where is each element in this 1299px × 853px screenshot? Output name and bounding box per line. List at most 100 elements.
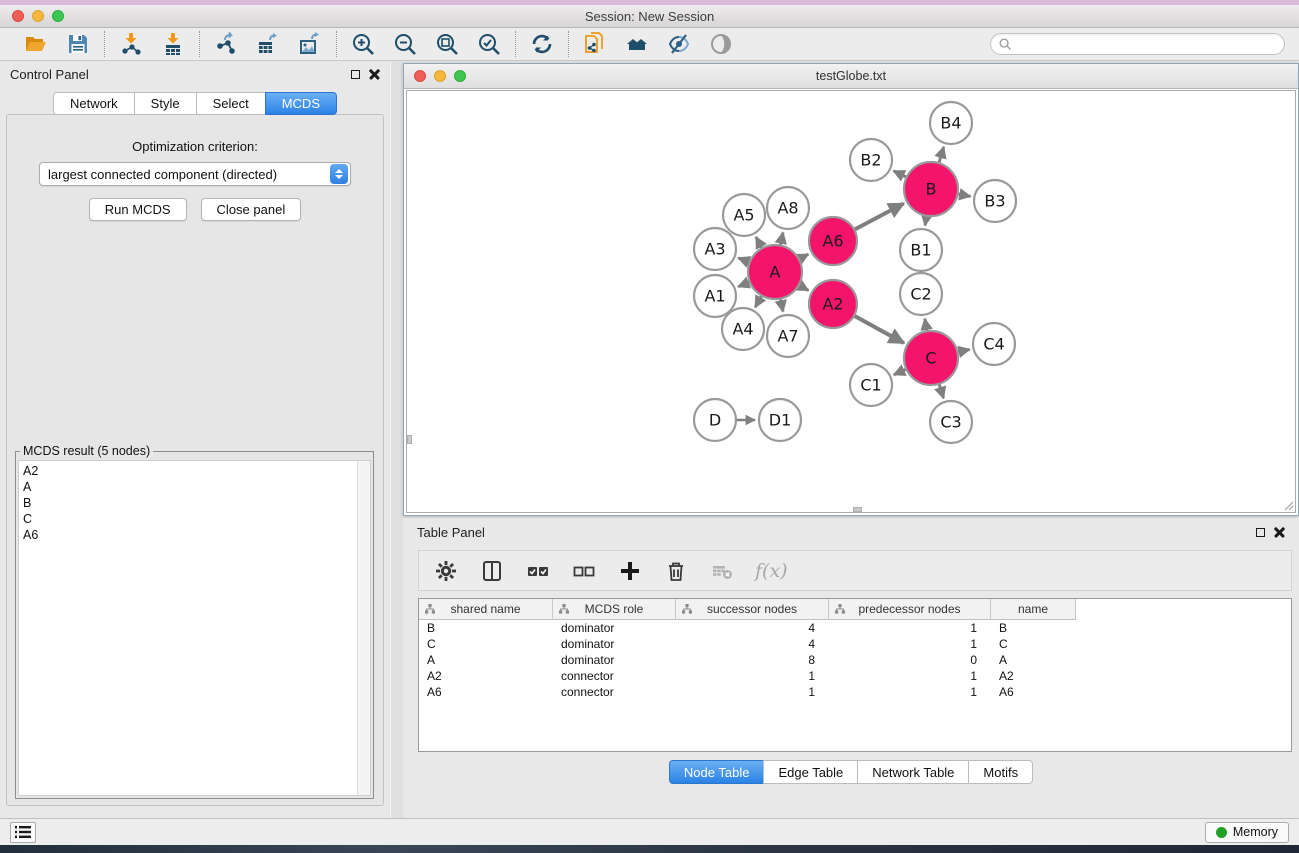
mcds-result-item[interactable]: B (23, 495, 357, 511)
tab-style[interactable]: Style (134, 92, 197, 115)
open-session-icon[interactable] (22, 31, 50, 57)
zoom-out-icon[interactable] (391, 31, 419, 57)
export-table-icon[interactable] (254, 31, 282, 57)
horizontal-scroll-handle[interactable] (853, 507, 862, 512)
tab-select[interactable]: Select (196, 92, 266, 115)
deselect-all-icon[interactable] (571, 558, 597, 584)
column-header-name[interactable]: name (991, 599, 1076, 620)
task-history-button[interactable] (10, 822, 36, 843)
tab-node-table[interactable]: Node Table (669, 760, 765, 784)
node-table[interactable]: shared nameMCDS rolesuccessor nodesprede… (418, 598, 1292, 752)
graph-edge-C-C3[interactable] (939, 384, 943, 398)
network-canvas[interactable]: B4B2BB3A5A8A6A3AB1A1C2A4A7A2CC4C1C3DD1 (406, 90, 1296, 513)
table-cell[interactable]: dominator (553, 653, 676, 667)
graph-edge-A-A4[interactable] (755, 296, 762, 308)
table-cell[interactable]: C (991, 637, 1076, 651)
import-network-icon[interactable] (117, 31, 145, 57)
graph-edge-A6-B[interactable] (854, 204, 903, 230)
close-panel-icon[interactable] (369, 69, 380, 80)
table-cell[interactable]: 1 (829, 621, 991, 635)
table-cell[interactable]: 1 (829, 637, 991, 651)
search-box[interactable] (990, 33, 1285, 55)
tab-mcds[interactable]: MCDS (265, 92, 337, 115)
graph-edge-A-A7[interactable] (780, 298, 783, 311)
settings-gear-icon[interactable] (433, 558, 459, 584)
table-cell[interactable]: A (991, 653, 1076, 667)
table-cell[interactable]: connector (553, 685, 676, 699)
table-cell[interactable]: 4 (676, 621, 829, 635)
table-cell[interactable]: 4 (676, 637, 829, 651)
table-row[interactable]: A2connector11A2 (419, 668, 1291, 684)
graph-edge-A-A3[interactable] (738, 258, 749, 262)
column-header-successor-nodes[interactable]: successor nodes (676, 599, 829, 620)
table-cell[interactable]: A6 (419, 685, 553, 699)
tab-network-table[interactable]: Network Table (857, 760, 969, 784)
refresh-layout-icon[interactable] (528, 31, 556, 57)
zoom-fit-icon[interactable] (433, 31, 461, 57)
graph-edge-C-C1[interactable] (894, 369, 907, 375)
tab-network[interactable]: Network (53, 92, 135, 115)
table-cell[interactable]: A (419, 653, 553, 667)
search-input[interactable] (1017, 35, 1276, 53)
table-cell[interactable]: 1 (829, 685, 991, 699)
delete-table-icon[interactable] (709, 558, 735, 584)
graph-edge-A-A1[interactable] (738, 282, 750, 287)
table-cell[interactable]: 1 (829, 669, 991, 683)
table-cell[interactable]: dominator (553, 637, 676, 651)
export-network-icon[interactable] (212, 31, 240, 57)
close-panel-button[interactable]: Close panel (201, 198, 302, 221)
column-header-MCDS-role[interactable]: MCDS role (553, 599, 676, 620)
memory-button[interactable]: Memory (1205, 822, 1289, 843)
graph-edge-A-A5[interactable] (756, 237, 762, 248)
graph-edge-B-B1[interactable] (925, 216, 927, 226)
table-row[interactable]: Cdominator41C (419, 636, 1291, 652)
table-cell[interactable]: B (419, 621, 553, 635)
float-panel-icon[interactable] (351, 70, 360, 79)
table-cell[interactable]: 1 (676, 685, 829, 699)
zoom-selected-icon[interactable] (475, 31, 503, 57)
column-header-predecessor-nodes[interactable]: predecessor nodes (829, 599, 991, 620)
close-table-panel-icon[interactable] (1274, 527, 1285, 538)
tab-edge-table[interactable]: Edge Table (763, 760, 858, 784)
function-builder-icon[interactable]: f(x) (755, 560, 788, 582)
graph-edge-C-C2[interactable] (925, 319, 927, 332)
graph-edge-A-A6[interactable] (799, 254, 808, 259)
table-cell[interactable]: C (419, 637, 553, 651)
home-icon[interactable] (623, 31, 651, 57)
table-row[interactable]: Adominator80A (419, 652, 1291, 668)
tab-motifs[interactable]: Motifs (968, 760, 1033, 784)
graph-edge-B-B4[interactable] (939, 147, 944, 163)
graph-edge-A-A8[interactable] (780, 232, 783, 245)
run-mcds-button[interactable]: Run MCDS (89, 198, 187, 221)
column-header-shared-name[interactable]: shared name (419, 599, 553, 620)
vertical-scroll-handle[interactable] (407, 435, 412, 444)
network-document-icon[interactable] (581, 31, 609, 57)
table-cell[interactable]: 8 (676, 653, 829, 667)
table-cell[interactable]: 0 (829, 653, 991, 667)
zoom-in-icon[interactable] (349, 31, 377, 57)
table-row[interactable]: Bdominator41B (419, 620, 1291, 636)
table-cell[interactable]: A2 (419, 669, 553, 683)
add-row-icon[interactable] (617, 558, 643, 584)
table-cell[interactable]: A6 (991, 685, 1076, 699)
save-session-icon[interactable] (64, 31, 92, 57)
graph-edge-A-A2[interactable] (799, 285, 809, 290)
table-cell[interactable]: B (991, 621, 1076, 635)
graph-edge-B-B3[interactable] (958, 194, 971, 196)
float-table-panel-icon[interactable] (1256, 528, 1265, 537)
export-image-icon[interactable] (296, 31, 324, 57)
import-table-icon[interactable] (159, 31, 187, 57)
criterion-dropdown[interactable]: largest connected component (directed) (39, 162, 351, 186)
hide-graphics-details-icon[interactable] (665, 31, 693, 57)
select-all-icon[interactable] (525, 558, 551, 584)
table-row[interactable]: A6connector11A6 (419, 684, 1291, 700)
show-columns-icon[interactable] (479, 558, 505, 584)
table-cell[interactable]: A2 (991, 669, 1076, 683)
mcds-result-item[interactable]: A2 (23, 463, 357, 479)
result-scrollbar[interactable] (357, 461, 370, 795)
graph-edge-A2-C[interactable] (854, 316, 904, 343)
resize-grip-icon[interactable] (1282, 499, 1294, 511)
graph-edge-C-C4[interactable] (957, 349, 969, 352)
graph-edge-B-B2[interactable] (894, 171, 907, 177)
mcds-result-item[interactable]: A6 (23, 527, 357, 543)
